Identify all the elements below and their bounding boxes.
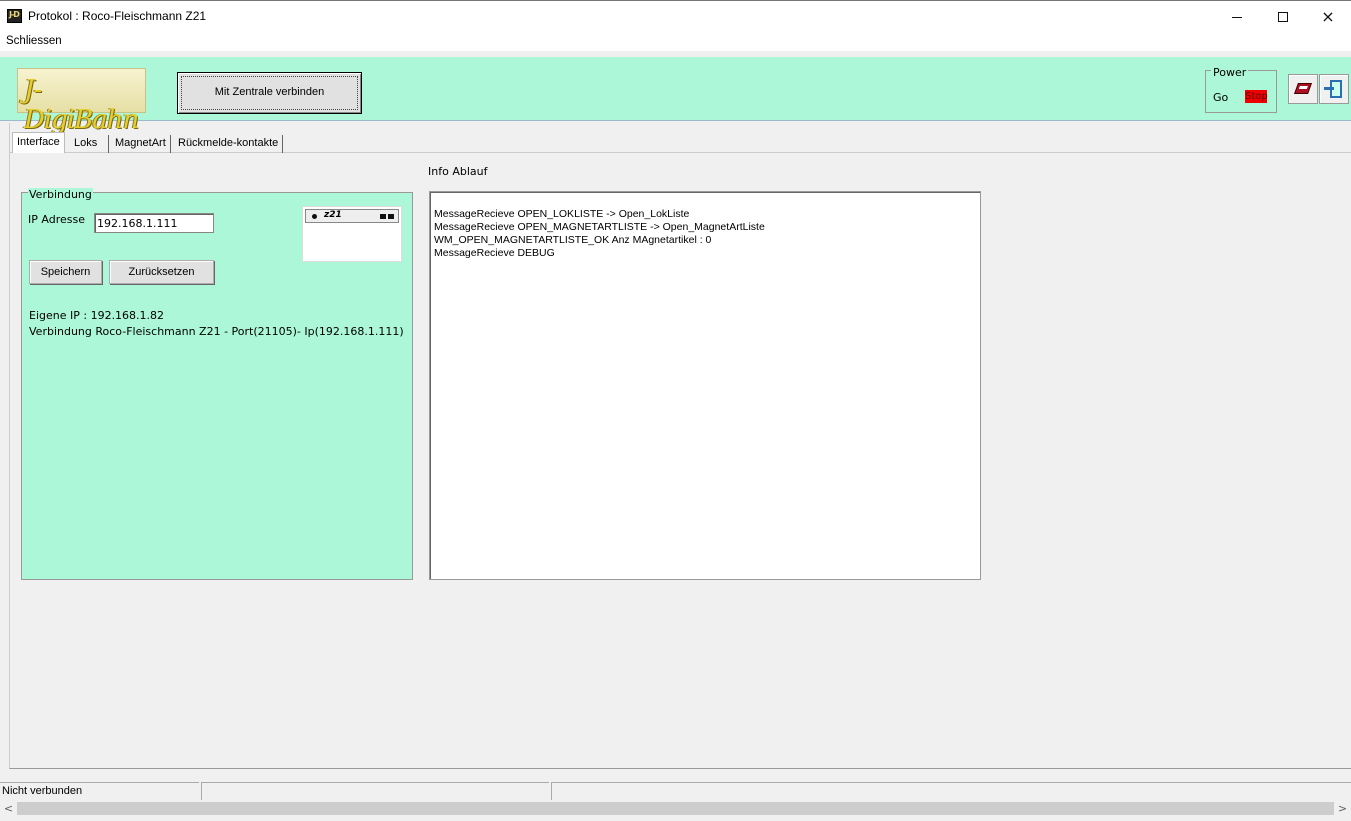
tab-rueckmelde-kontakte[interactable]: Rückmelde-kontakte [174, 135, 284, 153]
scroll-left-icon[interactable]: < [0, 800, 17, 817]
maximize-icon [1278, 12, 1288, 22]
book-icon [1293, 83, 1313, 94]
z21-led-icon [312, 214, 317, 219]
verbindung-legend: Verbindung [28, 188, 93, 201]
status-text: Nicht verbunden [2, 785, 83, 797]
scrollbar-thumb[interactable] [17, 802, 1334, 815]
scroll-right-icon[interactable]: > [1334, 800, 1351, 817]
exit-arrow [1324, 87, 1334, 90]
minimize-button[interactable] [1214, 1, 1260, 33]
close-button[interactable]: × [1305, 1, 1351, 33]
info-log-textarea[interactable]: MessageRecieve OPEN_LOKLISTE -> Open_Lok… [429, 191, 981, 580]
log-line: MessageRecieve DEBUG [434, 247, 555, 259]
title-bar[interactable]: J-D Protokol : Roco-Fleischmann Z21 × [0, 0, 1351, 32]
z21-device: z21 [305, 209, 399, 223]
tab-loks[interactable]: Loks [70, 135, 109, 153]
close-icon: × [1321, 7, 1335, 26]
z21-device-image: z21 [302, 206, 402, 262]
exit-button[interactable] [1319, 74, 1349, 104]
connection-info-text: Verbindung Roco-Fleischmann Z21 - Port(2… [29, 325, 404, 338]
status-bar: Nicht verbunden [0, 782, 1351, 800]
tab-magnetart[interactable]: MagnetArt [111, 135, 171, 153]
power-group: Power Go Stop [1205, 66, 1277, 113]
status-pane: Nicht verbunden [0, 782, 199, 800]
window-title: Protokol : Roco-Fleischmann Z21 [28, 9, 207, 23]
menu-bar: Schliessen [0, 32, 1351, 51]
minimize-icon [1232, 16, 1242, 18]
connect-button-label: Mit Zentrale verbinden [214, 86, 325, 98]
z21-label: z21 [324, 210, 342, 220]
own-ip-text: Eigene IP : 192.168.1.82 [29, 309, 165, 322]
digibahn-logo: J-DigiBahn [17, 68, 146, 135]
reset-button[interactable]: Zurücksetzen [109, 260, 214, 284]
status-pane [551, 782, 1351, 800]
log-line: MessageRecieve OPEN_MAGNETARTLISTE -> Op… [434, 221, 765, 233]
power-go-button[interactable]: Go [1213, 91, 1228, 104]
z21-port-icon [388, 214, 394, 219]
ip-address-input[interactable]: 192.168.1.111 [94, 213, 214, 233]
z21-port-icon [380, 214, 386, 219]
ip-address-label: IP Adresse [28, 213, 85, 226]
book-button[interactable] [1288, 74, 1318, 104]
horizontal-scrollbar[interactable]: < > [0, 800, 1351, 817]
info-ablauf-label: Info Ablauf [428, 165, 488, 178]
connect-button[interactable]: Mit Zentrale verbinden [177, 72, 362, 114]
toolbar: J-DigiBahn Mit Zentrale verbinden Power … [0, 57, 1351, 135]
app-icon-text: J-D [9, 10, 20, 19]
log-line: MessageRecieve OPEN_LOKLISTE -> Open_Lok… [434, 208, 690, 220]
menu-item-schliessen[interactable]: Schliessen [6, 35, 62, 47]
status-pane [201, 782, 549, 800]
maximize-button[interactable] [1260, 1, 1306, 33]
power-legend: Power [1211, 66, 1249, 79]
save-button[interactable]: Speichern [29, 260, 102, 284]
power-stop-button[interactable]: Stop [1245, 90, 1268, 103]
app-icon[interactable]: J-D [7, 9, 22, 23]
log-line: WM_OPEN_MAGNETARTLISTE_OK Anz MAgnetarti… [434, 234, 712, 246]
verbindung-group: Verbindung IP Adresse 192.168.1.111 z21 … [21, 188, 413, 580]
tab-interface[interactable]: Interface [12, 132, 65, 153]
